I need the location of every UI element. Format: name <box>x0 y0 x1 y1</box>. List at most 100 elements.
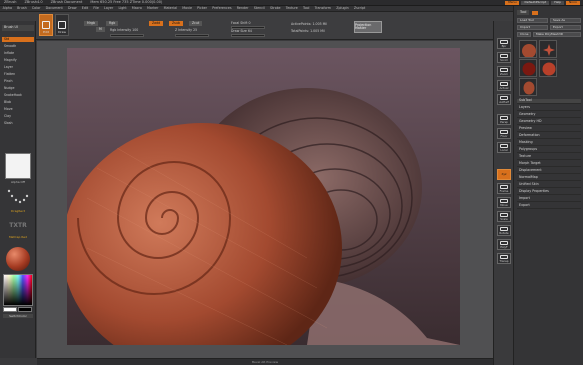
unified-skin-menu[interactable]: Unified Skin <box>517 183 581 188</box>
menu-file[interactable]: File <box>91 6 102 10</box>
texture-slot[interactable]: TXTR <box>5 217 31 235</box>
palette-pin-icon[interactable] <box>532 10 539 15</box>
frame-button[interactable]: Frame <box>497 183 511 194</box>
draw-size-slider[interactable] <box>231 34 265 37</box>
switch-color-button[interactable]: SwitchColor <box>3 314 33 318</box>
polygroups-menu[interactable]: Polygroups <box>517 148 581 153</box>
xyz-button[interactable]: Xyz <box>497 169 511 180</box>
menu-zplugin[interactable]: Zplugin <box>334 6 352 10</box>
document-canvas[interactable] <box>67 48 460 345</box>
rgb-button[interactable]: Rgb <box>106 21 119 26</box>
menu-document[interactable]: Document <box>43 6 65 10</box>
brush-item[interactable]: Inflate <box>2 51 34 56</box>
brush-item[interactable]: SnakeHook <box>2 93 34 98</box>
menu-stroke[interactable]: Stroke <box>267 6 283 10</box>
bpr-button[interactable]: Bpr <box>497 38 511 49</box>
brush-item[interactable]: Std <box>2 37 34 42</box>
menu-alpha[interactable]: Alpha <box>0 6 15 10</box>
save-as-button[interactable]: Save As <box>550 18 581 23</box>
projection-master-button[interactable]: Projection Master <box>354 21 382 33</box>
scale-button[interactable]: Scale <box>497 211 511 222</box>
geometry-hd-menu[interactable]: Geometry HD <box>517 120 581 125</box>
zadd-button[interactable]: Zadd <box>149 21 164 26</box>
main-color-swatch[interactable] <box>3 307 17 312</box>
tool-thumb-sphere[interactable] <box>539 59 557 77</box>
zoom-button[interactable]: Zoom <box>497 66 511 77</box>
preview-menu[interactable]: Preview <box>517 127 581 132</box>
brush-item[interactable]: Flatten <box>2 72 34 77</box>
menu-macro[interactable]: Macro <box>129 6 144 10</box>
help-button[interactable]: Help <box>551 0 565 5</box>
brush-tab[interactable]: Brush UI <box>2 25 34 31</box>
local-button[interactable]: Local <box>497 142 511 153</box>
menu-render[interactable]: Render <box>234 6 251 10</box>
brush-item[interactable]: Magnify <box>2 58 34 63</box>
brush-item[interactable]: Layer <box>2 65 34 70</box>
texture-menu[interactable]: Texture <box>517 155 581 160</box>
stroke-preview-icon[interactable] <box>5 186 31 208</box>
menu-edit[interactable]: Edit <box>79 6 91 10</box>
color-picker[interactable] <box>3 274 33 306</box>
menu-layer[interactable]: Layer <box>101 6 115 10</box>
rgb-intensity-slider[interactable] <box>110 34 144 37</box>
default-zscript-button[interactable]: DefaultZScript <box>521 0 550 5</box>
draw-tool-button[interactable]: Draw <box>55 14 69 36</box>
tool-thumb-snail-small[interactable] <box>519 78 537 96</box>
make-polymesh-button[interactable]: Make PolyMesh3D <box>533 32 581 37</box>
displacement-menu[interactable]: Displacement <box>517 169 581 174</box>
scroll-button[interactable]: Scroll <box>497 52 511 63</box>
window-controls[interactable]: Nnnn <box>566 0 580 5</box>
menu-draw[interactable]: Draw <box>65 6 79 10</box>
menu-material[interactable]: Material <box>161 6 180 10</box>
actual-button[interactable]: Actual <box>497 80 511 91</box>
brush-item[interactable]: Pinch <box>2 79 34 84</box>
menu-texture[interactable]: Texture <box>283 6 300 10</box>
menu-transform[interactable]: Transform <box>312 6 334 10</box>
rotate-button[interactable]: Rotate <box>497 225 511 236</box>
floor-button[interactable]: Floor <box>497 128 511 139</box>
load-tool-button[interactable]: Load Tool <box>517 18 548 23</box>
menu-light[interactable]: Light <box>116 6 129 10</box>
tool-thumb-snail[interactable] <box>519 40 537 58</box>
clone-button[interactable]: Clone <box>517 32 531 37</box>
masking-menu[interactable]: Masking <box>517 141 581 146</box>
export-button[interactable]: Export <box>550 25 581 30</box>
move-button[interactable]: Move <box>497 197 511 208</box>
secondary-color-swatch[interactable] <box>18 307 32 312</box>
z-intensity-slider[interactable] <box>175 34 209 37</box>
display-properties-menu[interactable]: Display Properties <box>517 190 581 195</box>
brush-item[interactable]: Nudge <box>2 86 34 91</box>
menu-color[interactable]: Color <box>29 6 43 10</box>
import-menu[interactable]: Import <box>517 197 581 202</box>
persp-button[interactable]: Persp <box>497 114 511 125</box>
m-button[interactable]: M <box>96 27 105 32</box>
polyf-button[interactable]: PolyF <box>497 239 511 250</box>
zcut-button[interactable]: Zcut <box>189 21 203 26</box>
menu-marker[interactable]: Marker <box>144 6 161 10</box>
zsub-button[interactable]: Zsub <box>169 21 183 26</box>
menu-zscript[interactable]: Zscript <box>351 6 368 10</box>
menu-stencil[interactable]: Stencil <box>251 6 267 10</box>
tool-palette-title[interactable]: Tool <box>517 10 530 15</box>
menu-picker[interactable]: Picker <box>195 6 210 10</box>
layers-menu[interactable]: Layers <box>517 106 581 111</box>
geometry-menu[interactable]: Geometry <box>517 113 581 118</box>
brush-item[interactable]: Blob <box>2 100 34 105</box>
import-button[interactable]: Import <box>517 25 548 30</box>
menu-movie[interactable]: Movie <box>180 6 195 10</box>
edit-tool-button[interactable]: Edit <box>39 14 53 36</box>
menu-preferences[interactable]: Preferences <box>210 6 235 10</box>
export-menu[interactable]: Export <box>517 204 581 209</box>
menu-button[interactable]: Menu <box>505 0 520 5</box>
alpha-swatch[interactable] <box>5 153 31 179</box>
menu-brush[interactable]: Brush <box>15 6 30 10</box>
brush-item[interactable]: Move <box>2 107 34 112</box>
mrgb-button[interactable]: Mrgb <box>84 21 99 26</box>
subtool-menu[interactable]: SubTool <box>517 99 581 104</box>
menu-tool[interactable]: Tool <box>300 6 312 10</box>
brush-item[interactable]: Smooth <box>2 44 34 49</box>
deformation-menu[interactable]: Deformation <box>517 134 581 139</box>
normalmap-menu[interactable]: NormalMap <box>517 176 581 181</box>
tool-thumb-star[interactable] <box>539 40 557 58</box>
material-sphere-icon[interactable] <box>6 247 30 271</box>
